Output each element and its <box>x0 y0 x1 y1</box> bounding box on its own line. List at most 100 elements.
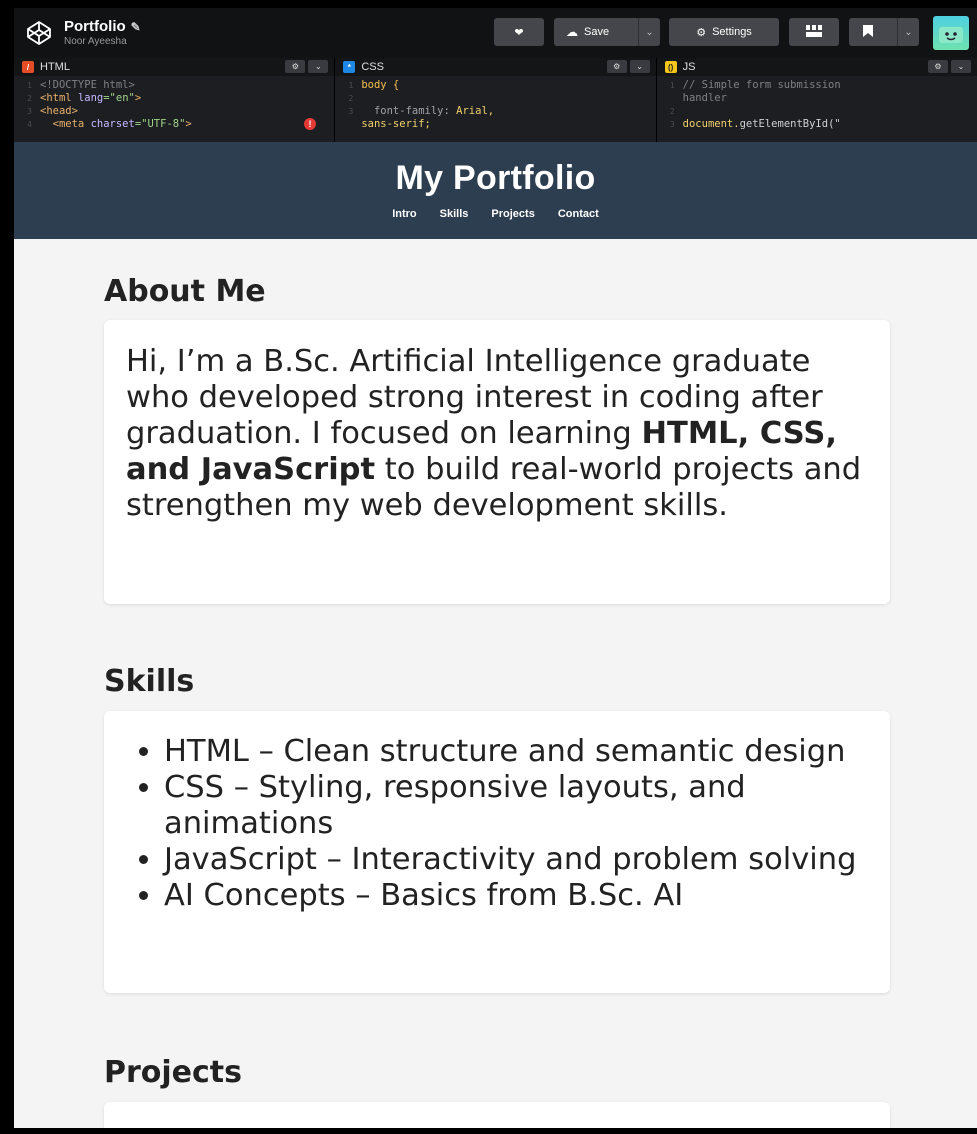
about-text: Hi, I’m a B.Sc. Artificial Intelligence … <box>126 344 862 523</box>
chevron-down-icon[interactable]: ⌄ <box>308 60 329 73</box>
line-number: 1 <box>669 81 675 90</box>
code-token: ="en" <box>103 92 135 104</box>
code-line[interactable]: 2 <box>657 105 977 118</box>
code-token: <!DOCTYPE html> <box>40 79 135 91</box>
list-item: HTML – Clean structure and semantic desi… <box>164 734 870 770</box>
gear-icon[interactable]: ⚙ <box>927 60 948 73</box>
css-code[interactable]: 1 body {2 3 font-family: Arial, sans-serif; <box>335 76 655 131</box>
code-token: lang <box>77 92 104 104</box>
gear-icon[interactable]: ⚙ <box>285 60 306 73</box>
list-item: CSS – Styling, responsive layouts, and a… <box>164 770 870 842</box>
code-line[interactable]: sans-serif; <box>335 118 655 131</box>
css-icon: * <box>343 61 356 73</box>
code-token: Arial, <box>456 105 495 117</box>
layout-button[interactable] <box>789 18 839 46</box>
projects-card <box>104 1102 890 1128</box>
js-icon: () <box>664 61 677 73</box>
code-token: <html <box>40 92 78 104</box>
author-name[interactable]: Noor Ayeesha <box>64 37 141 47</box>
code-line[interactable]: 1 <!DOCTYPE html> <box>14 79 334 92</box>
code-token: getElementById(" <box>739 118 841 130</box>
edit-pencil-icon[interactable]: ✎ <box>131 21 141 33</box>
codepen-window: Portfolio ✎ Noor Ayeesha ❤ ☁ Save ⌄ ⚙ Se… <box>14 8 977 1128</box>
code-line[interactable]: 2 <box>335 92 655 105</box>
line-number: 1 <box>27 81 32 90</box>
line-number: 3 <box>669 120 675 129</box>
html-icon: / <box>22 61 34 73</box>
code-line[interactable]: 3 document. getElementById(" <box>657 118 977 131</box>
line-number: 3 <box>348 107 354 116</box>
code-token: > <box>134 92 142 104</box>
html-code[interactable]: 1 <!DOCTYPE html> 2 <html lang ="en" > 3 <head>… <box>14 76 334 131</box>
site-header: My Portfolio Intro Skills Projects Conta… <box>14 142 977 239</box>
chevron-down-icon[interactable]: ⌄ <box>897 18 919 46</box>
code-token: ="UTF-8" <box>134 118 186 130</box>
js-editor-label: JS <box>682 61 696 73</box>
heart-icon: ❤ <box>514 26 524 39</box>
code-line[interactable]: 2 <html lang ="en" > <box>14 92 334 105</box>
code-token: font-family: <box>361 105 457 117</box>
line-number <box>657 92 683 105</box>
settings-button[interactable]: ⚙ Settings <box>669 18 779 46</box>
settings-label: Settings <box>712 26 752 38</box>
chevron-down-icon[interactable]: ⌄ <box>629 60 650 73</box>
save-button[interactable]: ☁ Save ⌄ <box>554 18 660 46</box>
gear-icon[interactable]: ⚙ <box>606 60 627 73</box>
love-button[interactable]: ❤ <box>494 18 544 46</box>
css-editor[interactable]: * CSS ⚙ ⌄ 1 body {2 3 font-family: Arial, s… <box>335 58 657 142</box>
nav-link-projects[interactable]: Projects <box>491 208 534 220</box>
bookmark-button[interactable]: ⌄ <box>849 18 919 46</box>
nav-link-skills[interactable]: Skills <box>440 208 469 220</box>
code-token: body { <box>361 79 400 91</box>
code-token: handler <box>682 92 727 104</box>
codepen-logo-icon[interactable] <box>24 18 54 48</box>
css-editor-label: CSS <box>361 61 384 73</box>
js-editor[interactable]: () JS ⚙ ⌄ 1 // Simple form submission hand… <box>656 58 977 142</box>
code-token: document. <box>682 118 740 130</box>
html-editor-label: HTML <box>40 61 70 73</box>
nav-link-contact[interactable]: Contact <box>558 208 599 220</box>
about-heading: About Me <box>104 274 266 309</box>
chevron-down-icon[interactable]: ⌄ <box>638 18 660 46</box>
screen-frame: Portfolio ✎ Noor Ayeesha ❤ ☁ Save ⌄ ⚙ Se… <box>0 0 977 1134</box>
line-number: 3 <box>27 107 32 116</box>
save-label: Save <box>584 26 610 38</box>
code-token: // Simple form submission <box>682 79 841 91</box>
chevron-down-icon[interactable]: ⌄ <box>950 60 971 73</box>
code-line[interactable]: handler <box>657 92 977 105</box>
code-line[interactable]: 3 <head> <box>14 105 334 118</box>
user-avatar[interactable] <box>933 16 969 50</box>
code-token: > <box>185 118 192 130</box>
layout-icon <box>806 24 822 40</box>
line-number: 2 <box>348 94 354 103</box>
code-line[interactable]: 1 body { <box>335 79 655 92</box>
skills-list: HTML – Clean structure and semantic desi… <box>104 711 890 934</box>
code-token: <head> <box>40 105 78 117</box>
line-number <box>335 118 361 131</box>
line-number: 4 <box>27 120 32 129</box>
code-token: <meta <box>40 118 91 130</box>
projects-heading: Projects <box>104 1055 243 1090</box>
skills-heading: Skills <box>104 664 195 699</box>
code-line[interactable]: 4 <meta charset ="UTF-8" > <box>14 118 334 131</box>
site-nav: Intro Skills Projects Contact <box>14 208 977 220</box>
about-card: Hi, I’m a B.Sc. Artificial Intelligence … <box>104 320 890 604</box>
gear-icon: ⚙ <box>696 26 707 39</box>
list-item: JavaScript – Interactivity and problem s… <box>164 842 870 878</box>
line-number: 2 <box>669 107 675 116</box>
code-token: sans-serif; <box>361 118 431 130</box>
code-token: charset <box>90 118 135 130</box>
site-title: My Portfolio <box>395 159 596 197</box>
skills-card: HTML – Clean structure and semantic desi… <box>104 711 890 993</box>
nav-link-intro[interactable]: Intro <box>392 208 416 220</box>
code-line[interactable]: 3 font-family: Arial, <box>335 105 655 118</box>
code-line[interactable]: 1 // Simple form submission <box>657 79 977 92</box>
html-editor[interactable]: / HTML ⚙ ⌄ 1 <!DOCTYPE html> 2 <html lang ="… <box>14 58 336 142</box>
error-icon[interactable]: ! <box>304 118 316 130</box>
cloud-icon: ☁ <box>566 25 578 39</box>
bookmark-icon <box>863 24 873 40</box>
line-number: 1 <box>348 81 354 90</box>
js-code[interactable]: 1 // Simple form submission handler 2 3 docum… <box>657 76 977 131</box>
project-title[interactable]: Portfolio <box>64 19 126 34</box>
editor-topbar: Portfolio ✎ Noor Ayeesha ❤ ☁ Save ⌄ ⚙ Se… <box>14 8 977 58</box>
